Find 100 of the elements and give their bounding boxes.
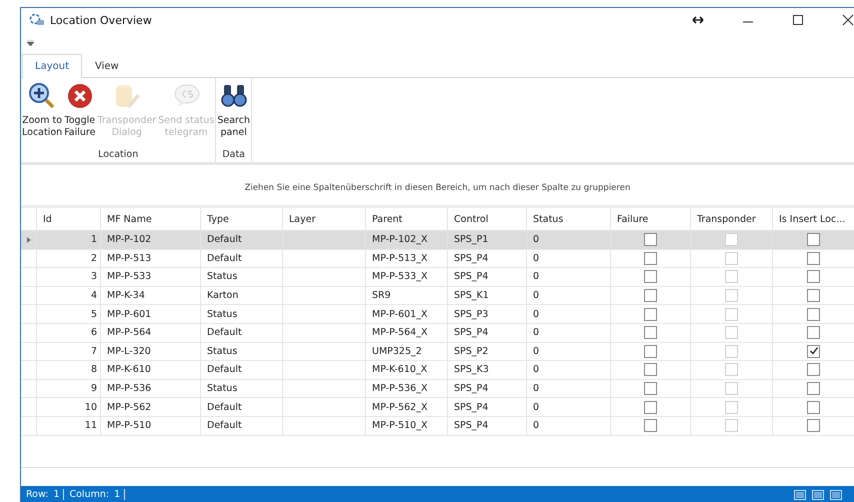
table-cell: MP-P-562_X [372, 402, 428, 413]
checkbox[interactable] [807, 382, 820, 396]
checkbox[interactable] [807, 308, 820, 321]
view-icon[interactable] [830, 490, 842, 500]
table-cell: 11 [84, 420, 97, 432]
table-cell: MP-P-513_X [372, 252, 428, 264]
checkbox[interactable] [807, 363, 820, 376]
magnifier-plus-icon [28, 82, 56, 110]
table-cell: MP-P-513 [107, 252, 152, 264]
column-header[interactable]: Status [527, 208, 611, 230]
checkbox[interactable] [644, 363, 657, 376]
group-label: Location [98, 149, 138, 160]
resize-icon[interactable] [692, 16, 704, 24]
error-circle-icon [66, 82, 94, 110]
checkbox[interactable] [644, 270, 657, 284]
table-cell: 0 [533, 346, 540, 357]
column-header[interactable]: Layer [283, 208, 366, 230]
table-cell: MP-P-510_X [372, 420, 428, 432]
column-value: 1 [109, 489, 126, 500]
table-cell: 0 [533, 364, 540, 376]
table-cell: 0 [533, 234, 540, 246]
table-cell: SPS_P1 [454, 234, 488, 246]
maximize-icon[interactable] [792, 14, 804, 26]
table-cell: MP-P-536 [107, 383, 152, 394]
row-indicator-icon [26, 236, 30, 243]
table-cell: UMP325_2 [372, 346, 422, 357]
column-label: Column: [68, 489, 110, 500]
checkbox[interactable] [807, 252, 820, 265]
checkbox[interactable] [644, 326, 657, 340]
checkbox[interactable] [644, 344, 657, 358]
close-icon[interactable] [842, 14, 854, 26]
table-cell: 0 [533, 402, 540, 413]
table-cell: SPS_P4 [454, 383, 488, 394]
table-cell: MP-P-533_X [372, 271, 428, 282]
checkbox[interactable] [807, 233, 820, 246]
ribbon-button[interactable]: Zoom to Location [22, 78, 62, 149]
app-icon [29, 12, 45, 28]
dropdown-icon[interactable] [27, 40, 34, 46]
table-cell: Default [207, 364, 242, 376]
table-cell: 5 [90, 308, 97, 320]
ribbon-button[interactable]: Search panel [217, 78, 250, 149]
table-cell: 4 [90, 290, 97, 302]
table-cell: Default [207, 420, 242, 432]
table-cell: MP-P-102_X [372, 234, 428, 246]
table-cell: 0 [533, 290, 540, 302]
table-cell: 0 [533, 383, 540, 394]
group-label: Data [222, 149, 245, 160]
column-header[interactable]: Is Insert Loc... [773, 208, 854, 230]
table-cell: MP-P-102 [107, 234, 152, 246]
column-header[interactable]: Id [37, 208, 101, 230]
table-cell: MP-P-510 [107, 420, 152, 432]
table-cell: Default [207, 327, 242, 338]
table-cell: 8 [90, 364, 97, 376]
checkbox[interactable] [807, 326, 820, 340]
checkbox[interactable] [807, 344, 820, 358]
table-cell: MP-P-601 [107, 308, 152, 320]
table-cell: SPS_P4 [454, 402, 488, 413]
view-icon[interactable] [812, 490, 824, 500]
column-header[interactable]: Parent [366, 208, 448, 230]
checkbox[interactable] [807, 419, 820, 432]
table-cell: Default [207, 402, 242, 413]
checkbox[interactable] [644, 400, 657, 414]
table-cell: Status [207, 383, 238, 394]
table-cell: Status [207, 346, 238, 357]
table-cell: 6 [90, 327, 97, 338]
checkbox[interactable] [807, 270, 820, 284]
view-icon[interactable] [794, 490, 806, 500]
checkbox[interactable] [644, 308, 657, 321]
table-cell: SR9 [372, 290, 391, 302]
checkbox[interactable] [644, 233, 657, 246]
table-cell: 0 [533, 252, 540, 264]
column-header[interactable]: Type [201, 208, 283, 230]
table-cell: 10 [84, 402, 97, 413]
column-header[interactable]: Failure [611, 208, 691, 230]
table-cell: MP-P-564 [107, 327, 152, 338]
table-cell: MP-P-564_X [372, 327, 428, 338]
checkbox[interactable] [807, 289, 820, 302]
table-cell: 0 [533, 327, 540, 338]
checkbox[interactable] [644, 252, 657, 265]
table-cell: 0 [533, 420, 540, 432]
checkbox[interactable] [644, 289, 657, 302]
table-cell: 1 [90, 234, 97, 246]
checkbox[interactable] [807, 400, 820, 414]
table-cell: Karton [207, 290, 238, 302]
table-cell: MP-P-536_X [372, 383, 428, 394]
checkbox[interactable] [644, 419, 657, 432]
ribbon-tab[interactable]: Layout [22, 54, 82, 78]
table-cell: 3 [90, 271, 97, 282]
table-cell: Status [207, 308, 238, 320]
table-cell: 0 [533, 308, 540, 320]
ribbon-button[interactable]: Toggle Failure [64, 78, 96, 149]
ribbon-tab[interactable]: View [82, 54, 132, 77]
window-title: Location Overview [50, 14, 152, 26]
table-cell: MP-L-320 [107, 346, 151, 357]
table-cell: SPS_P4 [454, 271, 488, 282]
column-header[interactable]: MF Name [101, 208, 201, 230]
checkbox[interactable] [644, 382, 657, 396]
table-cell: SPS_P4 [454, 252, 488, 264]
table-cell: MP-P-601_X [372, 308, 428, 320]
column-header[interactable]: Control [448, 208, 527, 230]
